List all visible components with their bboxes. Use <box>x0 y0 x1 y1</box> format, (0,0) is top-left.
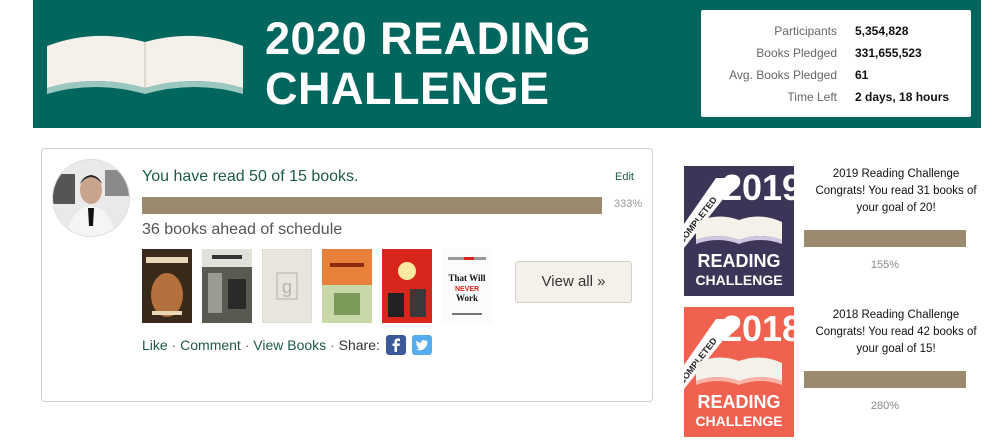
badge-2018[interactable]: 2018 COMPLETED READING CHALLENGE <box>684 307 794 437</box>
past-challenge-summary-line2: your goal of 20! <box>856 202 936 214</box>
page-title: 2020 READING CHALLENGE <box>265 14 591 114</box>
book-cover-6[interactable]: That Will NEVER Work <box>442 249 492 323</box>
badge-year: 2019 <box>722 167 794 208</box>
open-book-icon <box>47 35 243 94</box>
separator: · <box>244 337 254 353</box>
stat-books-pledged: Books Pledged 331,655,523 <box>701 46 971 66</box>
separator: · <box>330 337 339 353</box>
stat-label: Participants <box>774 24 837 38</box>
view-books-link[interactable]: View Books <box>253 337 326 353</box>
separator: · <box>171 337 181 353</box>
stat-time-left: Time Left 2 days, 18 hours <box>701 90 971 110</box>
book-cover-5[interactable] <box>382 249 432 323</box>
past-challenge-2019-progress-bar <box>804 230 966 247</box>
past-challenge-2019-text: 2019 Reading Challenge Congrats! You rea… <box>806 166 986 217</box>
title-line-1: 2020 READING <box>265 13 592 64</box>
stat-value: 5,354,828 <box>855 24 909 38</box>
past-challenge-title[interactable]: 2018 Reading Challenge <box>806 307 986 324</box>
stat-value: 61 <box>855 68 869 82</box>
stat-avg-books: Avg. Books Pledged 61 <box>701 68 971 88</box>
progress-percent: 333% <box>614 198 643 210</box>
share-label: Share: <box>338 337 380 353</box>
svg-text:That Will: That Will <box>449 273 486 283</box>
books-read-text: You have read 50 of 15 books. <box>142 168 359 185</box>
action-links: Like · Comment · View Books · Share: <box>142 335 432 355</box>
svg-text:Work: Work <box>456 293 478 303</box>
badge-2019[interactable]: 2019 COMPLETED READING CHALLENGE <box>684 166 794 296</box>
schedule-status: 36 books ahead of schedule <box>142 221 343 238</box>
twitter-icon[interactable] <box>411 335 432 355</box>
stat-value: 331,655,523 <box>855 46 922 60</box>
title-line-2: CHALLENGE <box>265 63 550 114</box>
badge-line2: CHALLENGE <box>695 413 782 429</box>
badge-line1: READING <box>697 392 780 412</box>
past-challenge-2018-progress-bar <box>804 371 966 388</box>
avatar[interactable] <box>52 159 130 237</box>
book-cover-3[interactable]: g <box>262 249 312 323</box>
challenge-banner: 2020 READING CHALLENGE Participants 5,35… <box>33 0 981 128</box>
book-cover-1[interactable] <box>142 249 192 323</box>
past-challenge-2019-percent: 155% <box>870 259 900 271</box>
comment-link[interactable]: Comment <box>180 337 241 353</box>
challenge-card: You have read 50 of 15 books. Edit 333% … <box>41 148 653 402</box>
past-challenge-2018-percent: 280% <box>870 400 900 412</box>
challenge-progress-bar <box>142 197 602 214</box>
svg-text:NEVER: NEVER <box>455 286 479 293</box>
user-photo <box>53 160 129 236</box>
book-cover-4[interactable] <box>322 249 372 323</box>
stat-participants: Participants 5,354,828 <box>701 24 971 44</box>
past-challenge-summary-line2: your goal of 15! <box>856 343 936 355</box>
badge-line2: CHALLENGE <box>695 272 782 288</box>
view-all-button[interactable]: View all » <box>515 261 632 303</box>
svg-text:g: g <box>282 277 292 297</box>
facebook-icon[interactable] <box>385 335 406 355</box>
stat-label: Avg. Books Pledged <box>729 68 837 82</box>
stat-label: Time Left <box>787 90 837 104</box>
book-cover-2[interactable] <box>202 249 252 323</box>
badge-year: 2018 <box>722 308 794 349</box>
past-challenge-title[interactable]: 2019 Reading Challenge <box>806 166 986 183</box>
like-link[interactable]: Like <box>142 337 168 353</box>
past-challenge-summary-line1: Congrats! You read 31 books of <box>815 185 977 197</box>
past-challenge-2018-text: 2018 Reading Challenge Congrats! You rea… <box>806 307 986 358</box>
stat-value: 2 days, 18 hours <box>855 90 950 104</box>
past-challenge-summary-line1: Congrats! You read 42 books of <box>815 326 977 338</box>
badge-line1: READING <box>697 251 780 271</box>
stats-panel: Participants 5,354,828 Books Pledged 331… <box>701 10 971 117</box>
edit-link[interactable]: Edit <box>615 171 634 183</box>
stat-label: Books Pledged <box>756 46 837 60</box>
